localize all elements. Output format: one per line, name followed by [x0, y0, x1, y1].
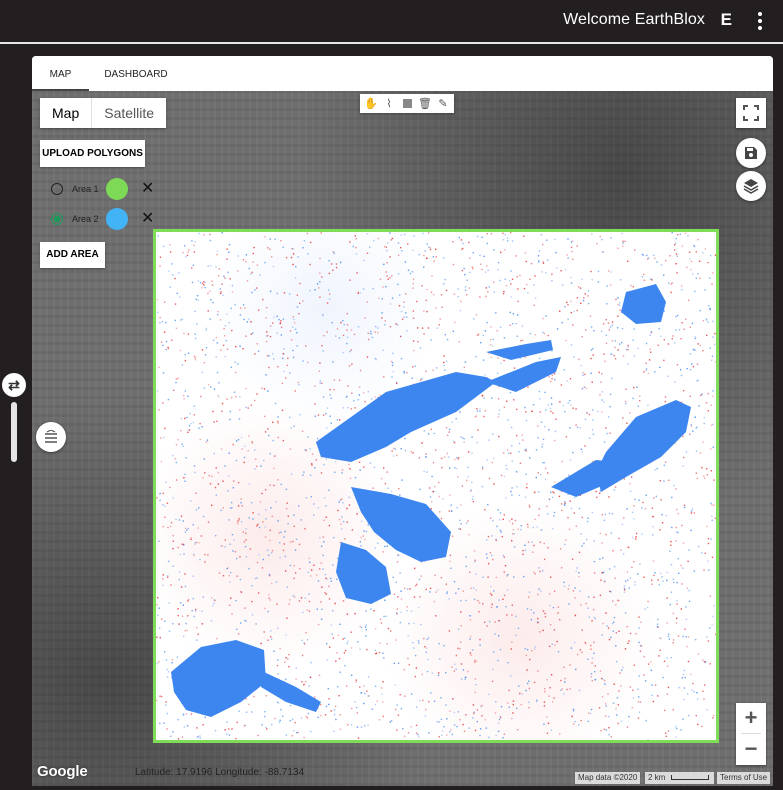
- area-1-color-swatch[interactable]: [106, 178, 128, 200]
- fullscreen-icon[interactable]: [736, 98, 766, 128]
- scale-bar: 2 km: [645, 772, 714, 784]
- map-data-attribution: Map data ©2020: [575, 772, 641, 784]
- terms-link[interactable]: Terms of Use: [717, 772, 771, 784]
- map-canvas[interactable]: Map Satellite ✋ ⌇ 🗑 ✎ UPLOAD POLYGONS Ar…: [32, 91, 773, 786]
- map-type-map[interactable]: Map: [40, 98, 93, 128]
- layers-icon[interactable]: [736, 171, 766, 201]
- area-row-2: Area 2 ✕: [51, 207, 154, 231]
- map-type-control: Map Satellite: [40, 98, 167, 128]
- trash-icon[interactable]: 🗑: [417, 96, 433, 112]
- google-logo: Google: [37, 763, 88, 780]
- analysis-overlay: [153, 229, 719, 743]
- flood-overlay-svg: [156, 232, 716, 740]
- water-body-right-lower: [551, 460, 616, 497]
- coordinates-readout: Latitude: 17.9196 Longitude: -88.7134: [135, 767, 305, 778]
- rectangle-icon[interactable]: [399, 96, 415, 112]
- zoom-control: + −: [736, 703, 766, 765]
- add-area-button[interactable]: ADD AREA: [40, 242, 105, 268]
- app-header: Welcome EarthBlox E: [0, 0, 783, 44]
- main-card: MAP DASHBOARD Map Satellite ✋ ⌇ 🗑 ✎ UPLO…: [32, 56, 773, 786]
- side-slider[interactable]: [11, 402, 17, 462]
- map-type-satellite[interactable]: Satellite: [92, 98, 166, 128]
- zoom-out-button[interactable]: −: [736, 734, 766, 764]
- zoom-in-button[interactable]: +: [736, 703, 766, 733]
- area-1-radio[interactable]: [51, 183, 63, 195]
- scale-line: [670, 775, 709, 781]
- brush-icon[interactable]: ✎: [435, 96, 451, 112]
- swap-icon[interactable]: ⇄: [2, 373, 26, 397]
- water-body-left-bottom: [171, 640, 266, 717]
- area-1-label: Area 1: [72, 184, 99, 194]
- polyline-icon[interactable]: ⌇: [381, 96, 397, 112]
- area-1-remove-icon[interactable]: ✕: [141, 181, 154, 197]
- tab-bar: MAP DASHBOARD: [32, 56, 773, 91]
- area-row-1: Area 1 ✕: [51, 177, 154, 201]
- area-2-radio[interactable]: [51, 213, 63, 225]
- save-icon[interactable]: [736, 138, 766, 168]
- tab-map[interactable]: MAP: [32, 56, 89, 91]
- water-body-top-right: [621, 284, 666, 324]
- water-body-diagonal-long: [316, 372, 496, 462]
- hand-icon[interactable]: ✋: [363, 96, 379, 112]
- tab-dashboard[interactable]: DASHBOARD: [96, 56, 176, 91]
- water-body-diagonal-mid: [486, 357, 561, 392]
- water-body-channel: [486, 340, 553, 360]
- area-2-label: Area 2: [72, 214, 99, 224]
- area-2-color-swatch[interactable]: [106, 208, 128, 230]
- more-menu-icon[interactable]: [757, 12, 763, 30]
- upload-polygons-button[interactable]: UPLOAD POLYGONS: [40, 140, 145, 167]
- water-bodies: [171, 284, 691, 717]
- area-2-remove-icon[interactable]: ✕: [141, 211, 154, 227]
- drawing-toolbar: ✋ ⌇ 🗑 ✎: [360, 94, 454, 113]
- welcome-text: Welcome EarthBlox: [563, 11, 705, 28]
- user-avatar[interactable]: E: [721, 10, 732, 30]
- scale-label: 2 km: [648, 773, 666, 782]
- basemap-layers-icon[interactable]: [36, 422, 66, 452]
